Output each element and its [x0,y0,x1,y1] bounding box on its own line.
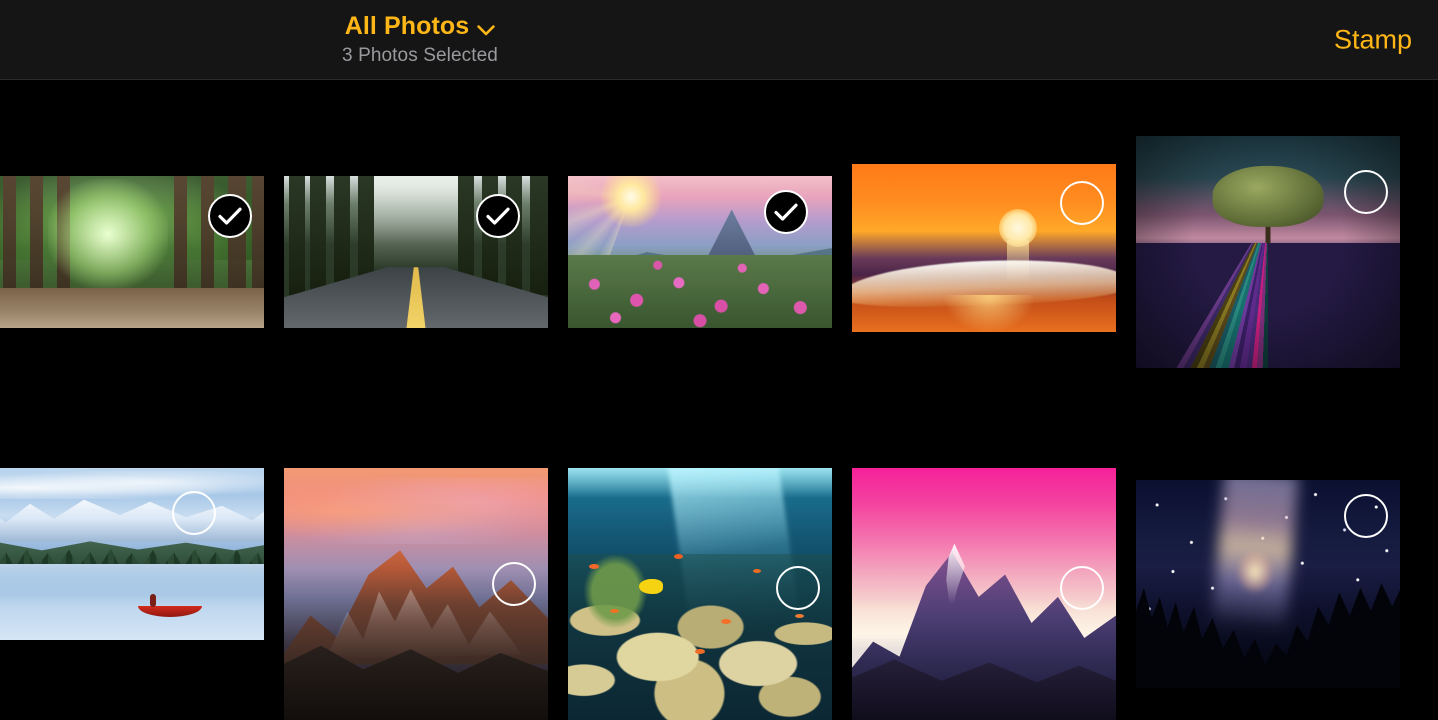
photo-select-badge[interactable] [1344,170,1388,214]
photo-cell-milky-way-forest[interactable] [1136,480,1400,688]
photo-grid [0,80,1438,720]
photo-select-badge[interactable] [208,194,252,238]
photo-select-badge[interactable] [476,194,520,238]
photo-select-badge[interactable] [1060,566,1104,610]
photo-select-badge[interactable] [764,190,808,234]
photo-image-mountain-lake [0,468,264,640]
photo-cell-alpine-sunset[interactable] [284,468,548,720]
stamp-button[interactable]: Stamp [1334,24,1412,55]
chevron-down-icon[interactable] [477,23,495,36]
checkmark-icon [218,207,242,225]
selection-count-label: 3 Photos Selected [342,45,498,66]
photo-select-badge[interactable] [172,491,216,535]
photo-cell-pink-sky-mountain[interactable] [852,468,1116,720]
photo-select-badge[interactable] [1060,181,1104,225]
photo-cell-flower-meadow[interactable] [568,176,832,328]
photo-cell-forest-path[interactable] [0,176,264,328]
photo-cell-lavender-field[interactable] [1136,136,1400,368]
photo-cell-mountain-lake[interactable] [0,468,264,640]
photo-cell-coral-reef[interactable] [568,468,832,720]
album-selector[interactable]: All Photos [345,12,496,41]
photo-select-badge[interactable] [492,562,536,606]
checkmark-icon [774,203,798,221]
photo-cell-redwood-road[interactable] [284,176,548,328]
photo-select-badge[interactable] [776,566,820,610]
header-title-group: All Photos 3 Photos Selected [0,0,840,79]
app-header: All Photos 3 Photos Selected Stamp [0,0,1438,80]
photo-thumbnail[interactable] [0,468,264,640]
checkmark-icon [486,207,510,225]
photo-select-badge[interactable] [1344,494,1388,538]
page-title: All Photos [344,12,470,40]
photo-cell-ocean-sunset[interactable] [852,164,1116,332]
